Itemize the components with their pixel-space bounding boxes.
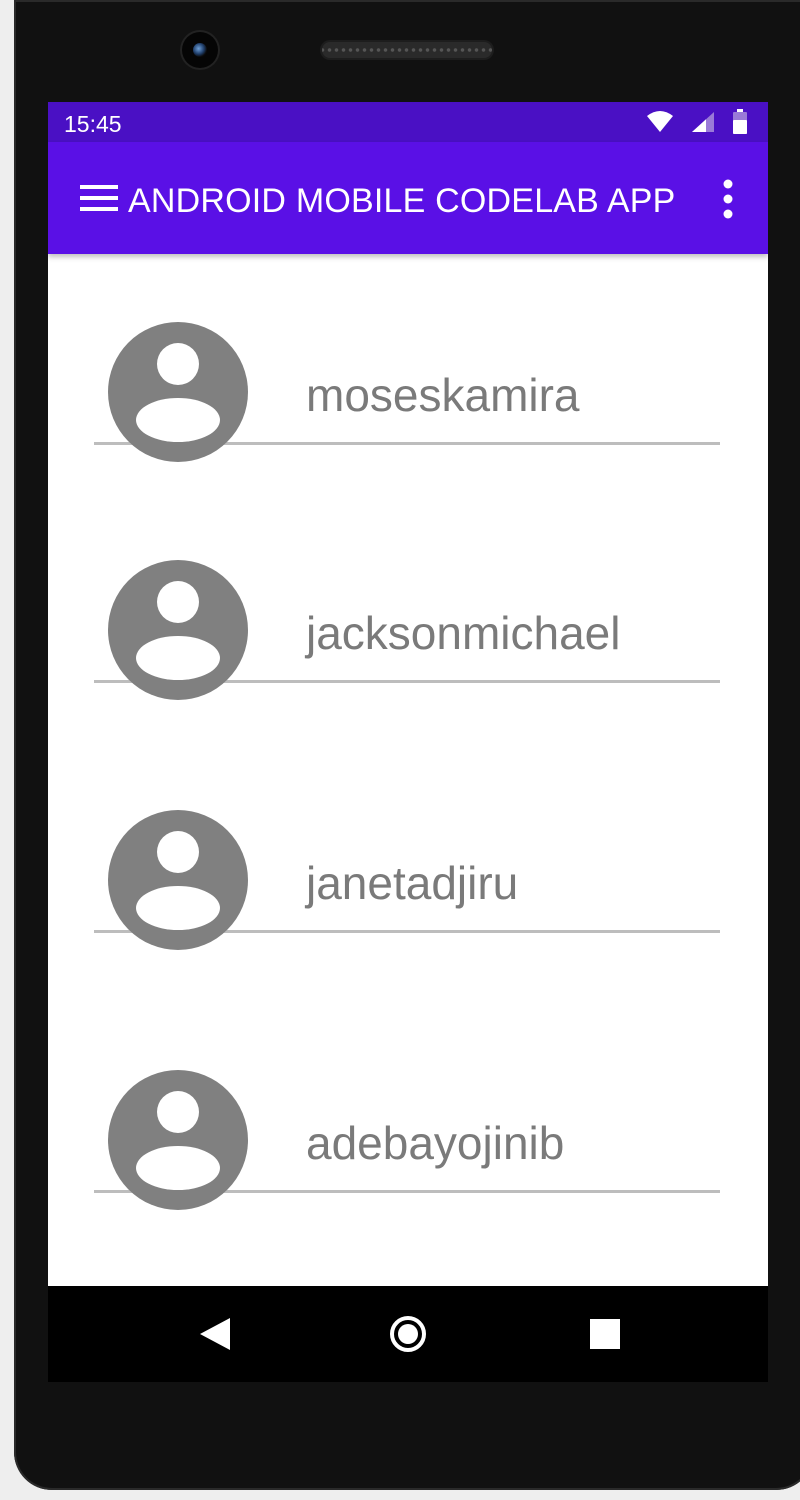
list-item[interactable]: jacksonmichael [94, 445, 720, 700]
list-item[interactable]: janetadjiru [94, 683, 720, 950]
status-icons [646, 108, 748, 136]
username-label: moseskamira [306, 369, 580, 421]
username-label: janetadjiru [306, 857, 519, 909]
earpiece-speaker [322, 42, 492, 58]
back-triangle-icon[interactable] [194, 1312, 238, 1356]
username-label: jacksonmichael [306, 607, 621, 659]
battery-icon [733, 109, 747, 134]
status-bar: 15:45 [48, 102, 768, 142]
home-circle-icon[interactable] [386, 1312, 430, 1356]
account-circle-icon [108, 810, 248, 950]
recents-square-icon[interactable] [583, 1312, 627, 1356]
hamburger-menu-icon[interactable] [76, 179, 124, 219]
account-circle-icon [108, 560, 248, 700]
status-time: 15:45 [64, 111, 122, 137]
device-screen: 15:45 ANDROID MOBILE CODELAB APP moseska… [48, 102, 768, 1382]
system-navigation-bar [48, 1286, 768, 1382]
account-circle-icon [108, 322, 248, 462]
phone-frame: 15:45 ANDROID MOBILE CODELAB APP moseska… [14, 0, 800, 1490]
signal-icon [692, 112, 714, 132]
user-list: moseskamira jacksonmichael janetadjiru a… [48, 254, 768, 1286]
account-circle-icon [108, 1070, 248, 1210]
app-bar: ANDROID MOBILE CODELAB APP [48, 142, 768, 254]
front-camera [182, 32, 218, 68]
list-item[interactable]: adebayojinib [94, 933, 720, 1210]
username-label: adebayojinib [306, 1117, 565, 1169]
list-item[interactable]: moseskamira [94, 254, 720, 462]
wifi-icon [647, 111, 673, 132]
app-title: ANDROID MOBILE CODELAB APP [128, 182, 676, 220]
more-vert-icon[interactable] [710, 178, 746, 220]
